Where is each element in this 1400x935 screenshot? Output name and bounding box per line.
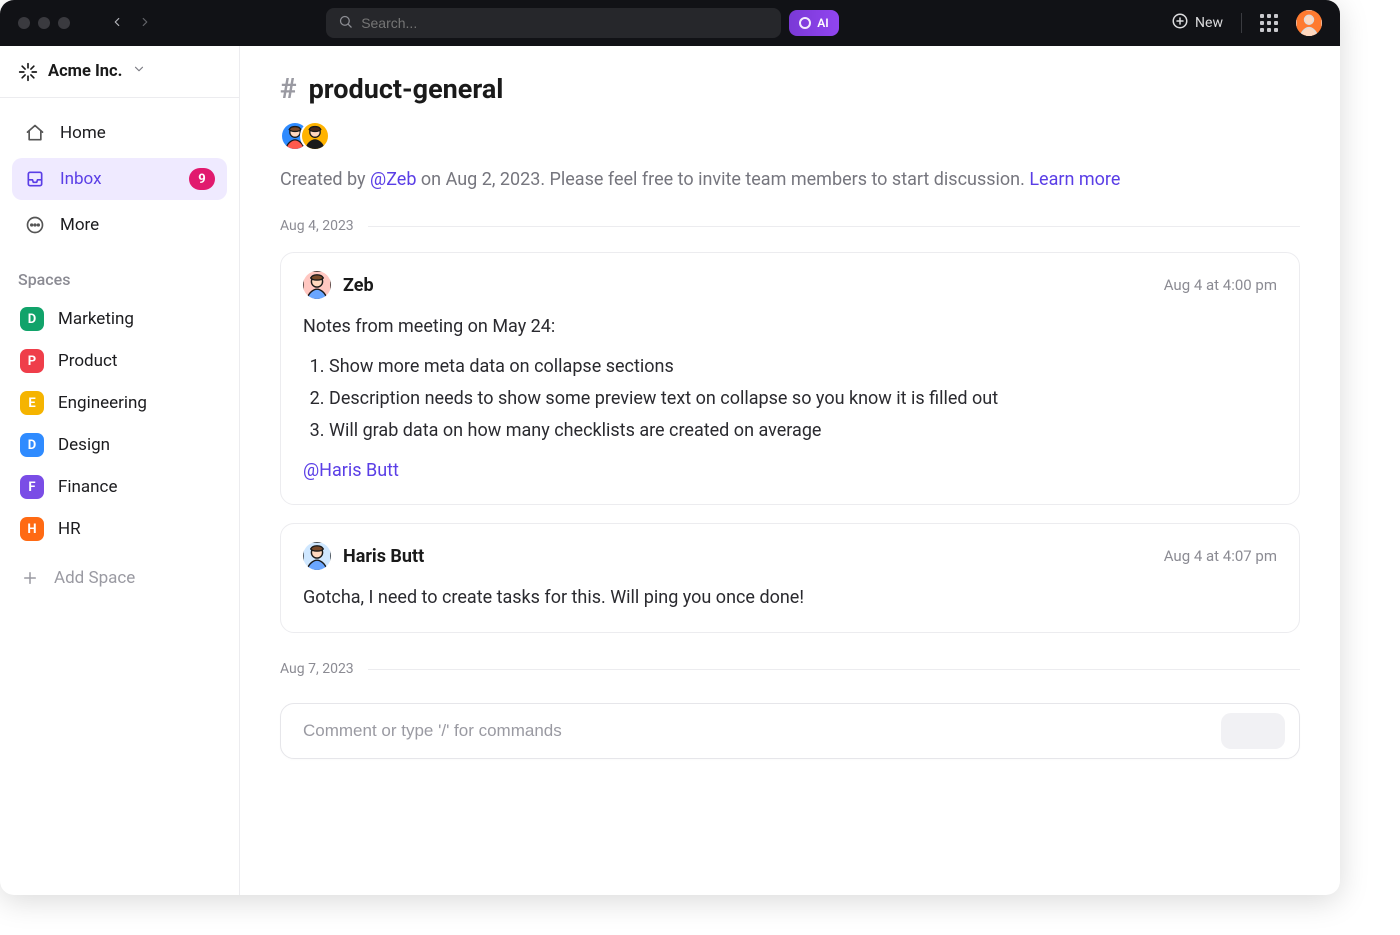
nav-inbox-label: Inbox	[60, 169, 102, 189]
nav-back-button[interactable]	[110, 14, 124, 33]
message-avatar[interactable]	[303, 271, 331, 299]
nav-inbox[interactable]: Inbox 9	[12, 158, 227, 200]
message-intro: Notes from meeting on May 24:	[303, 313, 1277, 341]
divider	[1241, 13, 1242, 33]
channel-subtitle: Created by @Zeb on Aug 2, 2023. Please f…	[280, 169, 1300, 190]
window-close-icon[interactable]	[18, 17, 30, 29]
window-controls[interactable]	[18, 17, 70, 29]
message-text: Gotcha, I need to create tasks for this.…	[303, 584, 1277, 612]
space-icon: D	[20, 433, 44, 457]
space-icon: H	[20, 517, 44, 541]
separator-line	[368, 226, 1300, 227]
message-author: Zeb	[343, 275, 374, 296]
space-label: Design	[58, 435, 110, 455]
sidebar: Acme Inc. Home Inbox 9 More Spaces	[0, 46, 240, 895]
chevron-down-icon	[132, 62, 146, 81]
workspace-name: Acme Inc.	[48, 62, 122, 81]
date-separator: Aug 4, 2023	[280, 218, 1300, 234]
learn-more-link[interactable]: Learn more	[1029, 169, 1120, 190]
workspace-logo-icon	[18, 62, 38, 82]
date-separator: Aug 7, 2023	[280, 661, 1300, 677]
global-search[interactable]	[326, 8, 781, 38]
list-item: Show more meta data on collapse sections	[329, 351, 1277, 383]
space-label: Finance	[58, 477, 117, 497]
nav-home-label: Home	[60, 123, 106, 143]
add-space-button[interactable]: Add Space	[0, 557, 239, 599]
search-icon	[338, 14, 353, 33]
app-window: AI New Acme Inc.	[0, 0, 1340, 895]
space-item[interactable]: F Finance	[10, 467, 229, 507]
space-item[interactable]: P Product	[10, 341, 229, 381]
message-card[interactable]: Haris Butt Aug 4 at 4:07 pm Gotcha, I ne…	[280, 523, 1300, 633]
main-content: # product-general Created by @Zeb on Aug…	[240, 46, 1340, 895]
add-space-label: Add Space	[54, 568, 135, 588]
comment-input[interactable]	[303, 721, 1209, 741]
space-item[interactable]: D Marketing	[10, 299, 229, 339]
message-timestamp: Aug 4 at 4:00 pm	[1164, 276, 1277, 294]
send-button[interactable]	[1221, 713, 1285, 749]
titlebar: AI New	[0, 0, 1340, 46]
separator-line	[368, 669, 1300, 670]
more-icon	[24, 214, 46, 236]
inbox-icon	[24, 168, 46, 190]
space-label: HR	[58, 519, 81, 539]
space-icon: P	[20, 349, 44, 373]
message-author: Haris Butt	[343, 546, 424, 567]
space-item[interactable]: H HR	[10, 509, 229, 549]
space-icon: E	[20, 391, 44, 415]
comment-composer[interactable]	[280, 703, 1300, 759]
nav-forward-button[interactable]	[138, 14, 152, 33]
inbox-badge: 9	[189, 168, 215, 190]
ai-label: AI	[817, 16, 828, 30]
spaces-heading: Spaces	[0, 252, 239, 297]
message-card[interactable]: Zeb Aug 4 at 4:00 pm Notes from meeting …	[280, 252, 1300, 505]
user-mention[interactable]: @Haris Butt	[303, 460, 399, 481]
ai-icon	[799, 17, 811, 29]
nav-home[interactable]: Home	[12, 112, 227, 154]
space-icon: F	[20, 475, 44, 499]
new-button[interactable]: New	[1171, 12, 1223, 34]
message-avatar[interactable]	[303, 542, 331, 570]
created-by-suffix: on Aug 2, 2023. Please feel free to invi…	[416, 169, 1029, 190]
message-timestamp: Aug 4 at 4:07 pm	[1164, 547, 1277, 565]
new-label: New	[1195, 15, 1223, 31]
plus-circle-icon	[1171, 12, 1189, 34]
nav-more[interactable]: More	[12, 204, 227, 246]
apps-grid-icon[interactable]	[1260, 14, 1278, 32]
workspace-switcher[interactable]: Acme Inc.	[0, 46, 239, 98]
channel-title: product-general	[309, 73, 504, 105]
channel-members[interactable]	[280, 121, 1300, 151]
member-avatar[interactable]	[300, 121, 330, 151]
space-label: Engineering	[58, 393, 147, 413]
space-label: Marketing	[58, 309, 134, 329]
space-item[interactable]: E Engineering	[10, 383, 229, 423]
plus-icon	[20, 568, 40, 588]
date-label: Aug 7, 2023	[280, 661, 354, 677]
nav-more-label: More	[60, 215, 99, 235]
created-by-prefix: Created by	[280, 169, 370, 190]
home-icon	[24, 122, 46, 144]
message-body: Notes from meeting on May 24: Show more …	[303, 313, 1277, 484]
ai-button[interactable]: AI	[789, 10, 838, 36]
hash-icon: #	[280, 72, 297, 105]
window-zoom-icon[interactable]	[58, 17, 70, 29]
space-item[interactable]: D Design	[10, 425, 229, 465]
search-input[interactable]	[361, 15, 769, 31]
window-minimize-icon[interactable]	[38, 17, 50, 29]
date-label: Aug 4, 2023	[280, 218, 354, 234]
message-body: Gotcha, I need to create tasks for this.…	[303, 584, 1277, 612]
user-avatar[interactable]	[1296, 10, 1322, 36]
space-label: Product	[58, 351, 117, 371]
creator-mention[interactable]: @Zeb	[370, 169, 416, 190]
list-item: Will grab data on how many checklists ar…	[329, 415, 1277, 447]
list-item: Description needs to show some preview t…	[329, 383, 1277, 415]
space-icon: D	[20, 307, 44, 331]
